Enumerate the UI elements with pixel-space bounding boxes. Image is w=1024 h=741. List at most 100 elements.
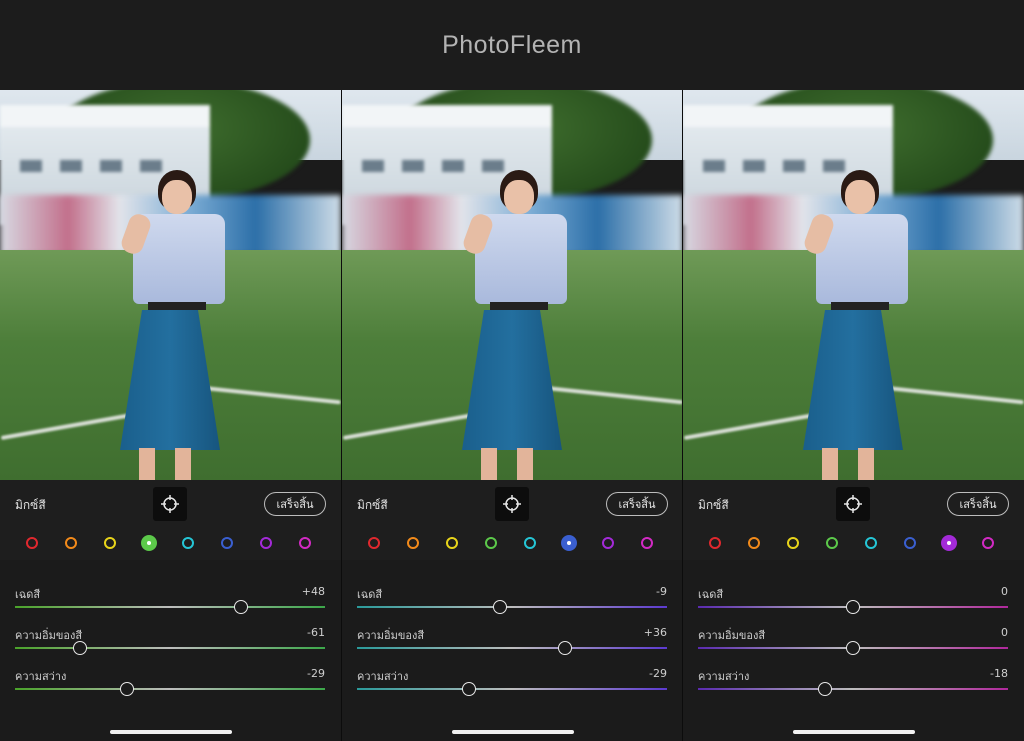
slider-track[interactable] xyxy=(357,647,667,649)
slider-label: เฉดสี xyxy=(698,588,724,601)
slider-label: เฉดสี xyxy=(357,588,383,601)
color-mix-bar: มิกซ์สี เสร็จสิ้น xyxy=(0,480,341,560)
slider-thumb[interactable] xyxy=(557,641,572,655)
slider-label: ความสว่าง xyxy=(15,670,67,683)
color-swatch-2[interactable] xyxy=(407,537,419,549)
color-swatch-1[interactable] xyxy=(709,537,721,549)
slider-thumb[interactable] xyxy=(846,600,860,614)
slider-value: 0 xyxy=(1001,626,1008,639)
title-bar: PhotoFleem xyxy=(0,0,1024,90)
color-swatch-4[interactable] xyxy=(485,537,497,549)
color-swatch-1[interactable] xyxy=(368,537,380,549)
slider-track[interactable] xyxy=(15,688,325,690)
slider-row: เฉดสี -9 xyxy=(357,585,667,625)
color-swatch-row xyxy=(709,535,1009,553)
mix-label: มิกซ์สี xyxy=(15,498,46,512)
phone-panel-3: มิกซ์สี เสร็จสิ้น เฉดสี 0 ความอิ่มของสี 0 คว… xyxy=(683,90,1024,741)
color-swatch-6[interactable] xyxy=(221,537,233,549)
color-swatch-8[interactable] xyxy=(982,537,994,549)
slider-group: เฉดสี +48 ความอิ่มของสี -61 ความสว่าง -29 xyxy=(0,560,341,741)
slider-value: -18 xyxy=(990,667,1008,680)
app-title: PhotoFleem xyxy=(442,30,582,59)
color-swatch-8[interactable] xyxy=(641,537,653,549)
slider-row: ความอิ่มของสี -61 xyxy=(15,626,325,666)
slider-thumb[interactable] xyxy=(73,641,88,655)
slider-thumb[interactable] xyxy=(846,641,860,655)
slider-track[interactable] xyxy=(698,688,1008,690)
color-swatch-3[interactable] xyxy=(446,537,458,549)
slider-value: -9 xyxy=(656,585,667,598)
color-swatch-6[interactable] xyxy=(904,537,916,549)
slider-row: ความอิ่มของสี +36 xyxy=(357,626,667,666)
slider-group: เฉดสี 0 ความอิ่มของสี 0 ความสว่าง -18 xyxy=(683,560,1024,741)
color-swatch-5[interactable] xyxy=(182,537,194,549)
done-button[interactable]: เสร็จสิ้น xyxy=(264,492,326,516)
mix-label: มิกซ์สี xyxy=(357,498,388,512)
slider-value: -61 xyxy=(307,626,325,639)
color-swatch-5[interactable] xyxy=(865,537,877,549)
color-swatch-4[interactable] xyxy=(826,537,838,549)
color-swatch-7[interactable] xyxy=(260,537,272,549)
slider-value: -29 xyxy=(649,667,667,680)
slider-row: เฉดสี +48 xyxy=(15,585,325,625)
slider-row: ความสว่าง -29 xyxy=(15,667,325,707)
crosshair-target-icon xyxy=(161,495,179,513)
color-swatch-7[interactable] xyxy=(941,535,957,551)
slider-value: +48 xyxy=(301,585,325,598)
slider-thumb[interactable] xyxy=(818,682,833,696)
color-swatch-5[interactable] xyxy=(524,537,536,549)
slider-value: -29 xyxy=(307,667,325,680)
slider-label: เฉดสี xyxy=(15,588,41,601)
home-indicator xyxy=(793,730,915,734)
done-button[interactable]: เสร็จสิ้น xyxy=(606,492,668,516)
slider-label: ความอิ่มของสี xyxy=(698,629,766,642)
done-button[interactable]: เสร็จสิ้น xyxy=(947,492,1009,516)
photo-subject xyxy=(798,170,918,480)
color-swatch-row xyxy=(368,535,668,553)
slider-thumb[interactable] xyxy=(461,682,476,696)
color-swatch-1[interactable] xyxy=(26,537,38,549)
photo-preview xyxy=(683,90,1024,480)
slider-label: ความสว่าง xyxy=(357,670,409,683)
color-swatch-3[interactable] xyxy=(787,537,799,549)
color-swatch-row xyxy=(26,535,326,553)
slider-thumb[interactable] xyxy=(234,600,249,614)
color-swatch-3[interactable] xyxy=(104,537,116,549)
home-indicator xyxy=(452,730,574,734)
color-swatch-6[interactable] xyxy=(561,535,577,551)
color-mix-bar: มิกซ์สี เสร็จสิ้น xyxy=(683,480,1024,560)
photo-preview xyxy=(0,90,341,480)
mix-label: มิกซ์สี xyxy=(698,498,729,512)
slider-label: ความอิ่มของสี xyxy=(357,629,425,642)
slider-label: ความอิ่มของสี xyxy=(15,629,83,642)
color-swatch-2[interactable] xyxy=(748,537,760,549)
photo-subject xyxy=(115,170,235,480)
slider-row: เฉดสี 0 xyxy=(698,585,1008,625)
color-swatch-7[interactable] xyxy=(602,537,614,549)
slider-track[interactable] xyxy=(15,606,325,608)
home-indicator xyxy=(110,730,232,734)
color-swatch-8[interactable] xyxy=(299,537,311,549)
slider-thumb[interactable] xyxy=(492,600,507,614)
slider-label: ความสว่าง xyxy=(698,670,750,683)
crosshair-target-icon xyxy=(844,495,862,513)
panel-divider xyxy=(341,90,342,741)
slider-value: +36 xyxy=(643,626,667,639)
slider-value: 0 xyxy=(1001,585,1008,598)
slider-row: ความอิ่มของสี 0 xyxy=(698,626,1008,666)
slider-track[interactable] xyxy=(357,688,667,690)
target-adjust-button[interactable] xyxy=(495,487,529,521)
target-adjust-button[interactable] xyxy=(153,487,187,521)
color-mix-bar: มิกซ์สี เสร็จสิ้น xyxy=(342,480,683,560)
photo-preview xyxy=(342,90,683,480)
slider-thumb[interactable] xyxy=(119,682,134,696)
phone-panel-2: มิกซ์สี เสร็จสิ้น เฉดสี -9 ความอิ่มของสี +3… xyxy=(342,90,683,741)
crosshair-target-icon xyxy=(503,495,521,513)
target-adjust-button[interactable] xyxy=(836,487,870,521)
slider-row: ความสว่าง -18 xyxy=(698,667,1008,707)
color-swatch-2[interactable] xyxy=(65,537,77,549)
color-swatch-4[interactable] xyxy=(141,535,157,551)
slider-track[interactable] xyxy=(357,606,667,608)
slider-track[interactable] xyxy=(15,647,325,649)
slider-group: เฉดสี -9 ความอิ่มของสี +36 ความสว่าง -29 xyxy=(342,560,683,741)
